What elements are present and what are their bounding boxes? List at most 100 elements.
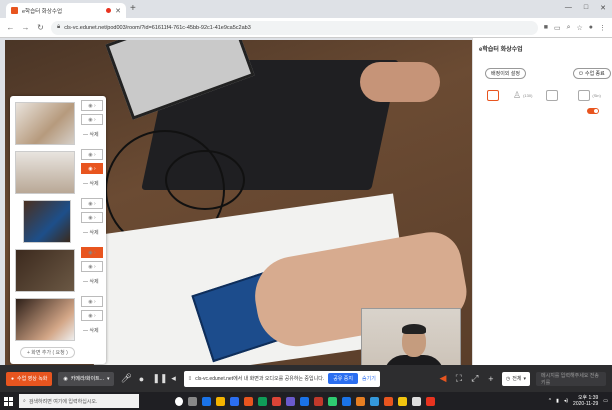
zoom-icon[interactable]: ⌕ <box>567 24 571 32</box>
thumbnail-delete[interactable]: — 삭제 <box>83 229 99 236</box>
app-icon[interactable] <box>384 396 393 406</box>
microphone-icon[interactable]: 🎤︎ <box>120 373 131 384</box>
chat-input[interactable]: 메시지를 입력해주세요 전송키를 <box>536 371 606 386</box>
end-class-button[interactable]: ⏻ 수업 종료 <box>573 68 611 79</box>
store-icon[interactable] <box>230 396 239 406</box>
word-icon[interactable] <box>300 396 309 406</box>
toggle-switch[interactable] <box>587 108 599 114</box>
tab-monitor[interactable]: (Sin) <box>578 90 601 101</box>
app-icon[interactable] <box>412 396 421 406</box>
taskbar-search[interactable]: ⌕ 검색하려면 여기에 입력하십시오. <box>19 394 139 408</box>
thumbnail-mic-button[interactable]: ◉ › <box>81 163 103 174</box>
thumbnail-mic-button[interactable]: ◉ › <box>81 261 103 272</box>
thumbnail-item[interactable]: ◉ › ◉ › — 삭제 <box>15 100 103 147</box>
chat-target-select[interactable]: ◷ 전체 ▾ <box>501 371 530 386</box>
end-class-label: 수업 종료 <box>584 71 605 77</box>
camera-select[interactable]: ◉ 카메라/화이트... ▾ <box>58 371 115 386</box>
side-panel-title: e학습터 화상수업 <box>479 47 523 53</box>
thumbnail-image[interactable] <box>15 151 75 194</box>
back-icon[interactable]: ← <box>6 23 15 32</box>
chrome-icon[interactable] <box>272 396 281 406</box>
add-icon[interactable]: + <box>486 374 496 384</box>
speaker-icon[interactable]: ◀ <box>438 373 448 384</box>
task-view-icon[interactable] <box>188 396 197 406</box>
thumbnail-image[interactable] <box>15 298 75 341</box>
browser-tab[interactable]: e학습터 화상수업 ✕ <box>6 3 126 18</box>
cortana-icon[interactable] <box>175 396 183 406</box>
explorer-icon[interactable] <box>216 396 225 406</box>
tab-edit-icon[interactable] <box>546 90 559 101</box>
tab-screen-share-icon[interactable] <box>487 90 499 101</box>
stop-share-button[interactable]: 공유 중지 <box>328 373 358 384</box>
menu-icon[interactable]: ⋮ <box>599 24 606 32</box>
tab-participants[interactable]: ♙ (130) <box>513 90 532 101</box>
thumbnail-delete[interactable]: — 삭제 <box>83 278 99 285</box>
app-icon[interactable] <box>398 396 407 406</box>
camera-indicator-icon[interactable]: ■ <box>544 24 548 32</box>
volume-tray-icon[interactable]: ◂) <box>564 398 568 404</box>
toolbar-icons: ■ ▭ ⌕ ☆ ● ⋮ <box>544 24 606 32</box>
control-bar-right: ◀ ⛶ ⤢ + ◷ 전체 ▾ 메시지를 입력해주세요 전송키를 <box>438 371 606 386</box>
record-button[interactable]: ● 수업 영상 녹화 <box>6 371 53 386</box>
thumbnail-item[interactable]: ◉ › ◉ › — 삭제 <box>15 247 103 294</box>
thumbnail-item[interactable]: ◉ › ◉ › — 삭제 <box>15 149 103 196</box>
app-icon[interactable] <box>370 396 379 406</box>
thumbnail-camera-button[interactable]: ◉ › <box>81 100 103 111</box>
url-text: cls-vc.edunet.net/pod003/room/?id=61611f… <box>64 24 251 31</box>
add-screen-button[interactable]: + 화면 추가 ( 요청 ) <box>20 347 75 358</box>
tab-close-icon[interactable]: ✕ <box>115 7 121 15</box>
thumbnail-delete[interactable]: — 삭제 <box>83 327 99 334</box>
address-bar[interactable]: 🔒︎ cls-vc.edunet.net/pod003/room/?id=616… <box>51 20 538 35</box>
forward-icon[interactable]: → <box>21 23 30 32</box>
app-icon[interactable] <box>342 396 351 406</box>
maximize-button[interactable]: □ <box>584 4 588 12</box>
volume-icon[interactable]: ◂ <box>168 373 178 384</box>
thumbnail-image[interactable] <box>23 200 71 243</box>
thumbnail-image[interactable] <box>15 102 75 145</box>
thumbnail-delete[interactable]: — 삭제 <box>83 180 99 187</box>
windows-start-icon[interactable] <box>4 396 13 406</box>
fullscreen-icon[interactable]: ⛶ <box>454 373 464 384</box>
record-dot-icon[interactable]: ● <box>136 374 146 384</box>
excel-icon[interactable] <box>258 396 267 406</box>
profile-icon[interactable]: ● <box>589 24 593 32</box>
thumbnail-camera-button[interactable]: ◉ › <box>81 247 103 258</box>
thumbnail-mic-button[interactable]: ◉ › <box>81 114 103 125</box>
star-icon[interactable]: ☆ <box>576 24 582 32</box>
app-icon[interactable] <box>328 396 337 406</box>
thumbnail-camera-button[interactable]: ◉ › <box>81 149 103 160</box>
tray-chevron-icon[interactable]: ^ <box>549 398 551 404</box>
reload-icon[interactable]: ↻ <box>36 23 45 32</box>
expand-icon[interactable]: ⤢ <box>470 373 480 384</box>
self-view-pip[interactable] <box>361 308 461 365</box>
thumbnail-camera-button[interactable]: ◉ › <box>81 198 103 209</box>
app-icon[interactable] <box>286 396 295 406</box>
minimize-button[interactable]: — <box>565 4 572 12</box>
office-icon[interactable] <box>244 396 253 406</box>
thumbnail-camera-button[interactable]: ◉ › <box>81 296 103 307</box>
edge-icon[interactable] <box>202 396 211 406</box>
app-icon[interactable] <box>426 396 435 406</box>
recording-dot-icon <box>106 8 112 13</box>
chat-target-label: 전체 <box>512 376 522 382</box>
network-icon[interactable]: ▮ <box>556 398 559 404</box>
cast-icon[interactable]: ▭ <box>554 24 561 32</box>
app-icon[interactable] <box>356 396 365 406</box>
clock-icon: ◷ <box>505 375 511 382</box>
system-clock[interactable]: 오후 1:39 2020-11-29 <box>573 395 598 407</box>
thumbnail-image[interactable] <box>15 249 75 292</box>
close-window-button[interactable]: ✕ <box>600 4 606 12</box>
settings-button[interactable]: 배정이외 설정 <box>485 68 526 79</box>
thumbnail-item[interactable]: ◉ › ◉ › — 삭제 <box>15 198 103 245</box>
power-icon: ⏻ <box>579 70 583 77</box>
thumbnail-item[interactable]: ◉ › ◉ › — 삭제 <box>15 296 103 343</box>
notification-icon[interactable]: ▭ <box>603 398 608 404</box>
hide-button[interactable]: 숨기기 <box>362 375 376 382</box>
pause-icon[interactable]: ❚❚ <box>152 373 167 384</box>
thumbnail-delete[interactable]: — 삭제 <box>83 131 99 138</box>
participants-count: (130) <box>523 93 533 98</box>
powerpoint-icon[interactable] <box>314 396 323 406</box>
thumbnail-mic-button[interactable]: ◉ › <box>81 212 103 223</box>
thumbnail-mic-button[interactable]: ◉ › <box>81 310 103 321</box>
new-tab-button[interactable]: + <box>130 3 136 15</box>
